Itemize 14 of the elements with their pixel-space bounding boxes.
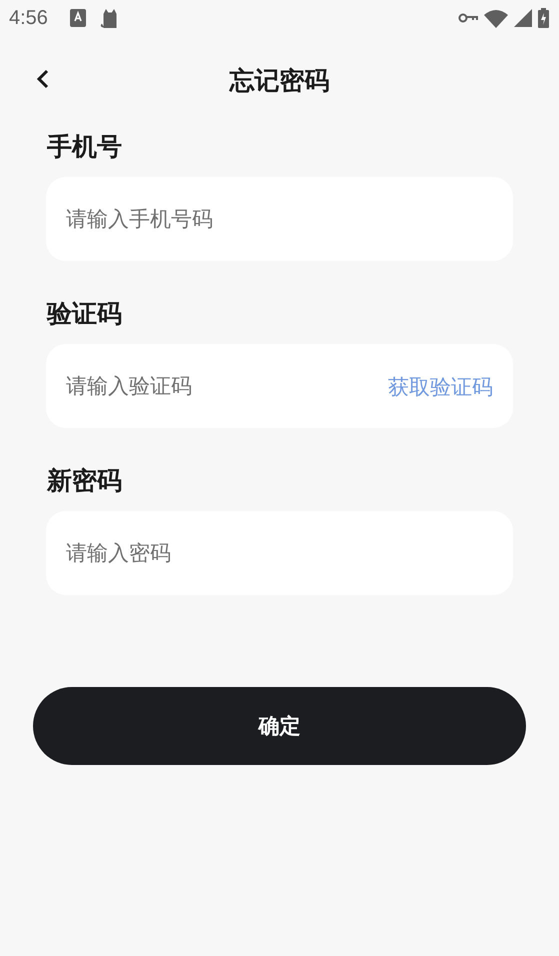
wifi-icon [484,8,508,28]
chevron-left-icon [36,69,50,89]
input-field[interactable]: 请输入密码 [46,511,513,595]
page-title: 忘记密码 [230,64,330,96]
key-icon [458,12,478,24]
battery-icon [538,8,549,28]
signal-icon [514,9,532,27]
input-field[interactable]: 请输入手机号码 [46,177,513,261]
keyboard-app-icon [70,9,86,27]
confirm-button[interactable]: 确定 [33,687,526,765]
field-label: 手机号 [47,131,122,163]
field-label: 验证码 [47,298,122,330]
field-label: 新密码 [47,465,122,497]
status-time: 4:56 [9,6,48,30]
